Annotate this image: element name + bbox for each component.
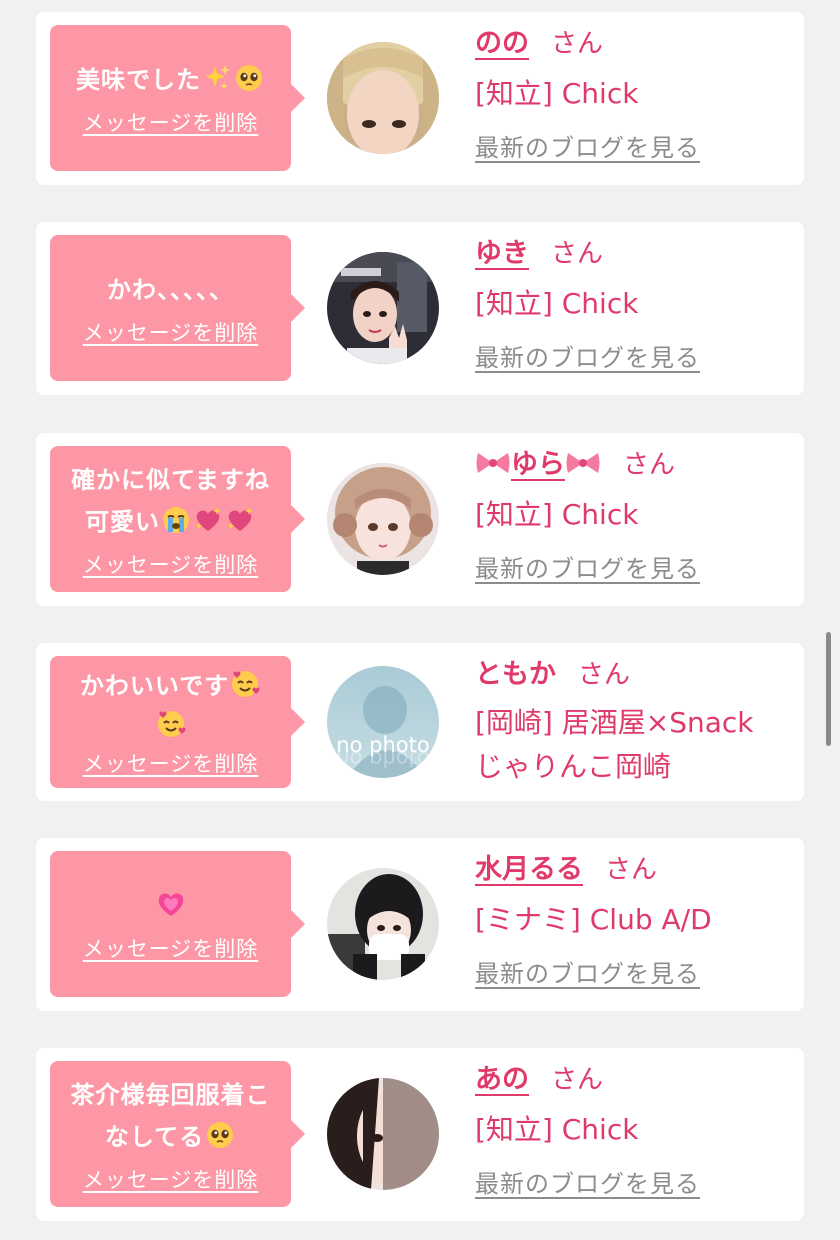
honorific: さん (551, 239, 604, 269)
message-feed: 美味でした メッセージを削除 のの さん [知立] Chick 最新のブログを見る (0, 0, 840, 1240)
delete-message-link[interactable]: メッセージを削除 (83, 549, 259, 579)
message-card: かわ、、、、、 メッセージを削除 ゆき さん [知立] Chick 最新のブログ… (36, 222, 804, 395)
shop-label: [知立] Chick (475, 1113, 639, 1146)
honorific: さん (623, 450, 676, 480)
latest-blog-link[interactable]: 最新のブログを見る (475, 549, 700, 584)
message-card: メッセージを削除 水月るる さん [ミナミ] Club A/D 最新のブログを見る (36, 838, 804, 1011)
delete-message-link[interactable]: メッセージを削除 (83, 107, 259, 137)
sparkles-icon (205, 65, 230, 90)
latest-blog-link[interactable]: 最新のブログを見る (475, 338, 700, 373)
honorific: さん (551, 1065, 604, 1095)
sender-info: ともか さん [岡崎] 居酒屋×Snack じゃりんこ岡崎 (475, 657, 794, 789)
delete-message-link[interactable]: メッセージを削除 (83, 1164, 259, 1194)
sender-info: 水月るる さん [ミナミ] Club A/D 最新のブログを見る (475, 852, 794, 989)
latest-blog-link[interactable]: 最新のブログを見る (475, 954, 700, 989)
ribbon-icon (476, 453, 510, 473)
message-text: かわ、、、、、 (107, 276, 234, 304)
message-bubble: かわいいです メッセージを削除 (50, 656, 305, 788)
message-text: 茶介様毎回服着こ なしてる (70, 1081, 271, 1151)
sender-name-link[interactable]: のの (475, 28, 529, 59)
avatar[interactable] (327, 252, 439, 364)
shop-label: [知立] Chick (475, 287, 639, 320)
shop-label: [岡崎] 居酒屋×Snack じゃりんこ岡崎 (475, 706, 754, 783)
honorific: さん (605, 855, 658, 885)
sender-name: ともか (475, 659, 556, 690)
growing-heart-icon (158, 893, 183, 916)
sender-name-link[interactable]: ゆら (475, 449, 601, 480)
message-bubble: 美味でした メッセージを削除 (50, 25, 305, 171)
sparkling-heart-icon (228, 507, 253, 531)
shop-label: [知立] Chick (475, 498, 639, 531)
message-bubble: かわ、、、、、 メッセージを削除 (50, 235, 305, 381)
message-text: かわいいです (80, 666, 261, 746)
avatar[interactable] (327, 463, 439, 575)
sender-info: ゆら さん [知立] Chick 最新のブログを見る (475, 447, 794, 584)
scrollbar-thumb[interactable] (826, 632, 831, 746)
sender-info: あの さん [知立] Chick 最新のブログを見る (475, 1062, 794, 1199)
smiling-face-with-hearts-icon (157, 711, 186, 737)
ribbon-icon (566, 453, 600, 473)
sender-name-link[interactable]: あの (475, 1064, 529, 1095)
message-card: かわいいです メッセージを削除 no photo no photo ともか さん… (36, 643, 804, 801)
sender-info: ゆき さん [知立] Chick 最新のブログを見る (475, 236, 794, 373)
sender-name-link[interactable]: 水月るる (475, 854, 583, 885)
avatar[interactable]: no photo no photo (327, 666, 439, 778)
message-bubble: 茶介様毎回服着こ なしてる メッセージを削除 (50, 1061, 305, 1207)
pleading-face-icon (207, 1122, 234, 1148)
message-text (155, 885, 187, 927)
message-text: 美味でした (76, 59, 265, 101)
smiling-face-with-hearts-icon (232, 671, 260, 697)
message-card: 茶介様毎回服着こ なしてる メッセージを削除 あの さん [知立] Chick 最… (36, 1048, 804, 1221)
svg-text:no photo: no photo (336, 747, 429, 771)
delete-message-link[interactable]: メッセージを削除 (83, 933, 259, 963)
latest-blog-link[interactable]: 最新のブログを見る (475, 1164, 700, 1199)
shop-label: [知立] Chick (475, 77, 639, 110)
pleading-face-icon (236, 65, 262, 91)
sender-info: のの さん [知立] Chick 最新のブログを見る (475, 26, 794, 163)
honorific: さん (578, 660, 631, 690)
avatar[interactable] (327, 868, 439, 980)
sender-name-link[interactable]: ゆき (475, 238, 529, 269)
delete-message-link[interactable]: メッセージを削除 (83, 317, 259, 347)
message-bubble: 確かに似てますね 可愛い メッセージを削除 (50, 446, 305, 592)
crying-face-icon (163, 507, 189, 533)
message-text: 確かに似てますね 可愛い (71, 466, 270, 536)
message-bubble: メッセージを削除 (50, 851, 305, 997)
message-card: 美味でした メッセージを削除 のの さん [知立] Chick 最新のブログを見る (36, 12, 804, 185)
shop-label: [ミナミ] Club A/D (475, 903, 712, 936)
avatar[interactable] (327, 1078, 439, 1190)
honorific: さん (551, 29, 604, 59)
delete-message-link[interactable]: メッセージを削除 (83, 748, 259, 778)
avatar[interactable] (327, 42, 439, 154)
latest-blog-link[interactable]: 最新のブログを見る (475, 128, 700, 163)
message-card: 確かに似てますね 可愛い メッセージを削除 ゆら さん [知立] Chick 最… (36, 433, 804, 606)
sparkling-heart-icon (196, 507, 221, 531)
